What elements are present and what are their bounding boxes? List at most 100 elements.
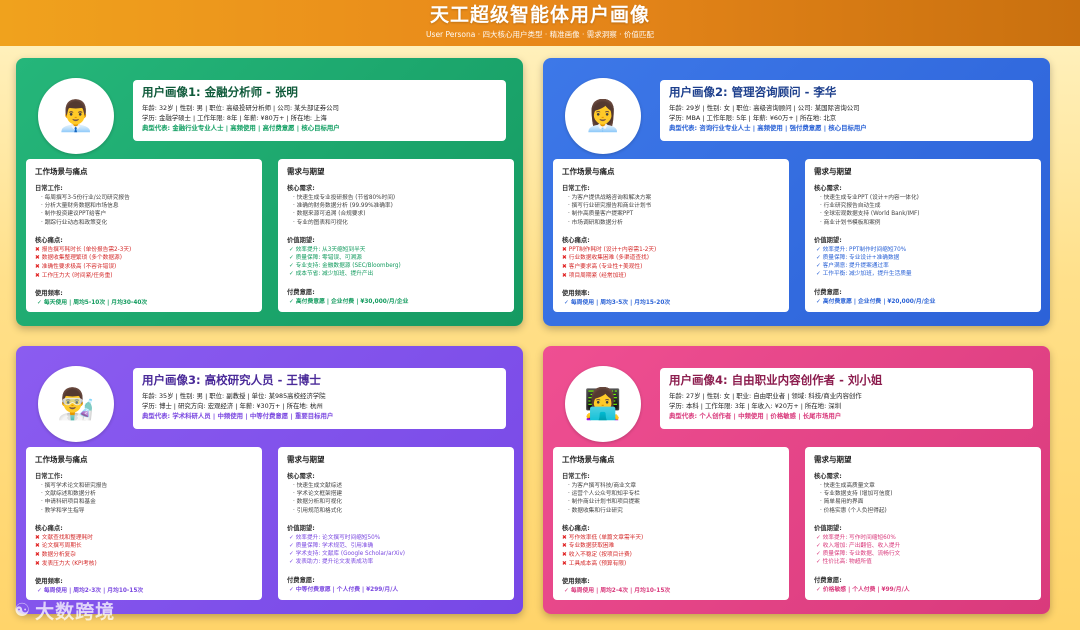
list-item: · 为客户提供战略咨询和解决方案	[568, 195, 652, 201]
pain-text: 写作效率低 (单篇文章需半天)	[568, 534, 644, 541]
persona-info: 用户画像3: 高校研究人员 - 王博士 年龄: 35岁 | 性别: 男 | 职位:…	[133, 368, 506, 429]
value-item: ✓ 质量保障: 专业设计+准确数据	[816, 255, 900, 262]
value-item: ✓ 效率提升: 写作时间缩短60%	[816, 534, 896, 541]
persona-title: 用户画像1: 金融分析师 - 张明	[142, 85, 298, 99]
list-item: · 快速生成文献综述	[293, 483, 343, 489]
section-label: 使用频率:	[35, 578, 63, 586]
panel-title: 需求与期望	[287, 167, 325, 176]
pain-item: ✖ 客户要求高 (专业性+美观性)	[562, 263, 780, 272]
persona-basic-info: 年龄: 32岁 | 性别: 男 | 职位: 高级投研分析师 | 公司: 某头部证…	[142, 104, 339, 112]
list-item: · 商业计划书模板和案例	[820, 219, 881, 226]
cross-icon: ✖	[562, 560, 567, 567]
section-label: 日常工作:	[35, 185, 63, 192]
section-label: 使用频率:	[562, 290, 590, 298]
list-item: · 教学和学生指导	[41, 507, 85, 514]
pain-item: ✖ 数据分析复杂	[35, 551, 253, 560]
list-item: · 制作投资建议PPT给客户	[41, 211, 107, 218]
list-item: · 快速生成高质量文章	[820, 483, 875, 489]
list-item: · 撰写学术论文和研究报告	[41, 483, 108, 489]
list-item: · 专业数据支持 (增加可信度)	[820, 491, 893, 498]
persona-background-info: 学历: 金融学硕士 | 工作年限: 8年 | 年薪: ¥80万+ | 所在地: …	[142, 114, 327, 122]
list-item: · 专业的图表和可视化	[293, 219, 348, 226]
value-item: ✓ 成本节省: 减少加班、提升产出	[289, 271, 374, 278]
section-label: 核心需求:	[287, 473, 315, 480]
cross-icon: ✖	[35, 246, 40, 253]
pain-text: 项目周期紧 (经常加班)	[568, 272, 627, 279]
page-header: 天工超级智能体用户画像 User Persona · 四大核心用户类型 · 精准…	[0, 0, 1080, 46]
list-item: · 制作商业计划书和项目提案	[568, 499, 640, 506]
list-item: · 文献综述和数据分析	[41, 491, 96, 498]
pain-item: ✖ 工具成本高 (预算有限)	[562, 560, 780, 569]
list-item: · 全球宏观数据支持 (World Bank/IMF)	[820, 211, 920, 218]
value-item: ✓ 质量保障: 专业数据、流畅行文	[816, 551, 901, 558]
list-item: · 运营个人公众号和知乎专栏	[568, 491, 640, 498]
list-item: · 学术论文框架搭建	[293, 491, 343, 498]
section-label: 价值期望:	[814, 524, 842, 532]
list-item: · 快速生成专业PPT (设计+内容一体化)	[820, 195, 919, 201]
page-title: 天工超级智能体用户画像	[429, 4, 650, 26]
scenario-panel: 工作场景与痛点 日常工作: · 为客户提供战略咨询和解决方案 · 撰写行业研究报告和商…	[553, 159, 789, 312]
persona-tags: 典型代表: 金融行业专业人士 | 高频使用 | 高付费意愿 | 核心目标用户	[142, 124, 340, 132]
usage-frequency: ✓ 每周使用 | 周均2-3次 | 月均10-15次	[37, 588, 144, 595]
list-item: · 快速生成专业投研报告 (节省80%时间)	[293, 195, 396, 201]
section-label: 核心痛点:	[35, 524, 63, 532]
persona-card: 👩‍💼 用户画像2: 管理咨询顾问 - 李华年龄: 29岁 | 性别: 女 | 职…	[543, 58, 1050, 326]
section-label: 核心需求:	[814, 473, 842, 480]
cross-icon: ✖	[562, 534, 567, 541]
list-item: · 申请科研项目和基金	[41, 499, 96, 506]
persona-tags: 典型代表: 学术科研人员 | 中频使用 | 中等付费意愿 | 重要目标用户	[142, 412, 334, 420]
section-label: 核心需求:	[814, 185, 842, 192]
pain-text: 工具成本高 (预算有限)	[568, 560, 627, 567]
list-item: · 数据收集和行业研究	[568, 507, 623, 514]
list-item: · 每周撰写3-5份行业/公司研究报告	[41, 195, 130, 201]
avatar-icon: 👩‍💻	[565, 366, 641, 442]
panel-title: 工作场景与痛点	[562, 167, 615, 176]
needs-panel: 需求与期望 核心需求: · 快速生成专业投研报告 (节省80%时间) · 准确的财务数…	[278, 159, 514, 312]
pain-text: 数据收集整理繁琐 (多个数据源)	[41, 255, 122, 262]
value-item: ✓ 效率提升: 从3天缩短到半天	[289, 246, 366, 253]
pain-item: ✖ 收入不稳定 (按项目计费)	[562, 551, 780, 560]
persona-card: 👩‍💻 用户画像4: 自由职业内容创作者 - 刘小姐 年龄: 27岁 | 性别: 女…	[543, 346, 1050, 614]
pain-item: ✖ 行业数据收集困难 (多渠道查找)	[562, 254, 780, 263]
avatar-icon: 👩‍💼	[565, 78, 641, 154]
persona-title: 用户画像3: 高校研究人员 - 王博士	[142, 373, 321, 387]
needs-panel: 需求与期望 核心需求: · 快速生成专业PPT (设计+内容一体化) · 行业研究报告…	[805, 159, 1041, 312]
watermark-text: 大数跨境	[35, 601, 116, 623]
pain-item: ✖ 项目周期紧 (经常加班)	[562, 272, 780, 281]
cross-icon: ✖	[35, 543, 40, 550]
section-label: 使用频率:	[35, 290, 63, 298]
persona-basic-info: 年龄: 27岁 | 性别: 女 | 职业: 自由职业者 | 领域: 科技/商业内…	[669, 392, 862, 400]
cross-icon: ✖	[35, 272, 40, 279]
pain-item: ✖ 数据收集整理繁琐 (多个数据源)	[35, 254, 253, 263]
panel-title: 工作场景与痛点	[562, 455, 615, 464]
persona-background-info: 学历: 本科 | 工作年限: 3年 | 年收入: ¥20万+ | 所在地: 深圳	[669, 402, 842, 410]
section-label: 价值期望:	[287, 524, 315, 532]
cross-icon: ✖	[562, 264, 567, 270]
persona-info: 用户画像1: 金融分析师 - 张明年龄: 32岁 | 性别: 男 | 职位: 高…	[133, 80, 506, 141]
persona-basic-info: 年龄: 29岁 | 性别: 女 | 职位: 高级咨询顾问 | 公司: 某国际咨询…	[669, 104, 860, 112]
pain-text: 客户要求高 (专业性+美观性)	[568, 264, 643, 270]
persona-card: 👨‍🔬 用户画像3: 高校研究人员 - 王博士 年龄: 35岁 | 性别: 男 | …	[16, 346, 523, 614]
cross-icon: ✖	[562, 272, 567, 279]
pain-text: 报告撰写耗时长 (单份报告需2-3天)	[41, 246, 132, 253]
watermark-logo-icon: ☯	[14, 600, 32, 621]
panel-title: 需求与期望	[814, 167, 852, 176]
list-item: · 跟踪行业动态和政策变化	[41, 219, 108, 226]
pain-text: 准确性要求极高 (不容许错误)	[41, 264, 117, 270]
persona-info: 用户画像2: 管理咨询顾问 - 李华年龄: 29岁 | 性别: 女 | 职位: …	[660, 80, 1033, 141]
persona-info: 用户画像4: 自由职业内容创作者 - 刘小姐 年龄: 27岁 | 性别: 女 | …	[660, 368, 1033, 429]
list-item: · 引用规范和格式化	[293, 507, 343, 514]
avatar-icon: 👨‍💼	[38, 78, 114, 154]
pain-text: 文献查找和整理耗时	[41, 534, 93, 541]
value-item: ✓ 收入增加: 产出翻倍、收入提升	[816, 543, 901, 550]
pain-item: ✖ 专业数据获取困难	[562, 542, 780, 551]
persona-title: 用户画像2: 管理咨询顾问 - 李华	[669, 85, 837, 99]
value-item: ✓ 发表助力: 提升论文发表成功率	[289, 559, 374, 566]
pain-text: 工作压力大 (时间紧/任务重)	[41, 272, 113, 279]
persona-tags: 典型代表: 咨询行业专业人士 | 高频使用 | 强付费意愿 | 核心目标用户	[669, 124, 867, 132]
cross-icon: ✖	[35, 255, 40, 262]
cross-icon: ✖	[35, 534, 40, 541]
section-label: 核心痛点:	[562, 236, 590, 244]
value-item: ✓ 质量保障: 零错误、可溯源	[289, 255, 362, 262]
scenario-panel: 工作场景与痛点 日常工作: · 为客户撰写科技/商业文章 · 运营个人公众号和知乎专栏…	[553, 447, 789, 600]
